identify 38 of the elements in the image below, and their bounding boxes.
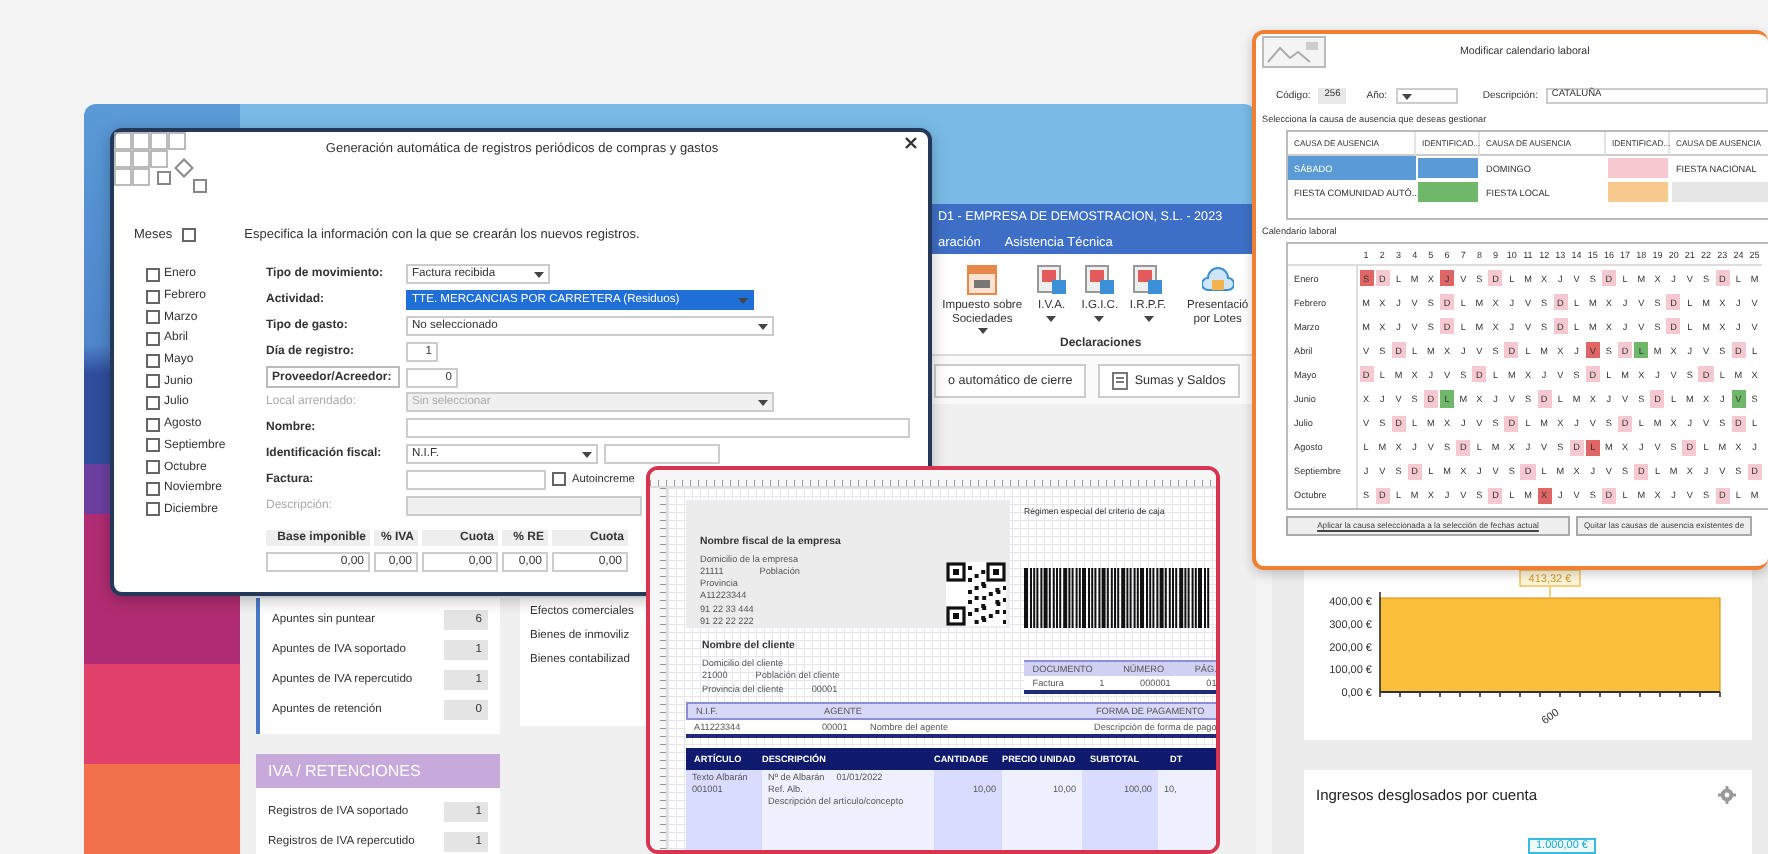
checkbox[interactable]	[146, 289, 160, 304]
leader-line	[1549, 585, 1551, 599]
checkbox[interactable]	[146, 438, 160, 453]
caret-icon	[534, 272, 544, 279]
caret-icon	[1401, 93, 1412, 99]
checkbox[interactable]	[146, 417, 160, 432]
document-icon	[1132, 264, 1165, 296]
calendar-icon	[966, 264, 999, 296]
caret-icon	[582, 451, 592, 458]
cloud-icon	[1201, 264, 1234, 296]
squares-icon	[114, 132, 210, 196]
document-icon	[1083, 264, 1116, 296]
panel-header: IVA / RETENCIONES	[256, 754, 500, 788]
caret-icon	[738, 298, 748, 305]
image-icon	[1262, 36, 1326, 68]
close-icon	[904, 136, 918, 150]
table-cell	[1672, 182, 1768, 202]
checkbox[interactable]	[182, 227, 197, 241]
checkbox[interactable]	[146, 310, 160, 325]
checkbox[interactable]	[146, 395, 160, 410]
checkbox[interactable]	[146, 481, 160, 496]
checkbox[interactable]	[146, 502, 160, 517]
qr-code	[946, 562, 1006, 626]
checkbox[interactable]	[146, 331, 160, 346]
checkbox[interactable]	[146, 374, 160, 389]
settings-icon	[1718, 786, 1736, 804]
document-icon	[1112, 371, 1129, 389]
checkbox[interactable]	[146, 460, 160, 475]
document-icon	[1035, 264, 1068, 296]
caret-icon	[758, 400, 768, 407]
checkbox[interactable]	[552, 472, 566, 487]
caret-icon	[758, 323, 768, 330]
checkbox[interactable]	[146, 267, 160, 282]
dropdown[interactable]	[1395, 87, 1459, 103]
checkbox[interactable]	[146, 353, 160, 368]
input-field[interactable]	[406, 418, 910, 439]
input-field[interactable]	[406, 469, 546, 490]
input-field[interactable]	[604, 443, 720, 464]
